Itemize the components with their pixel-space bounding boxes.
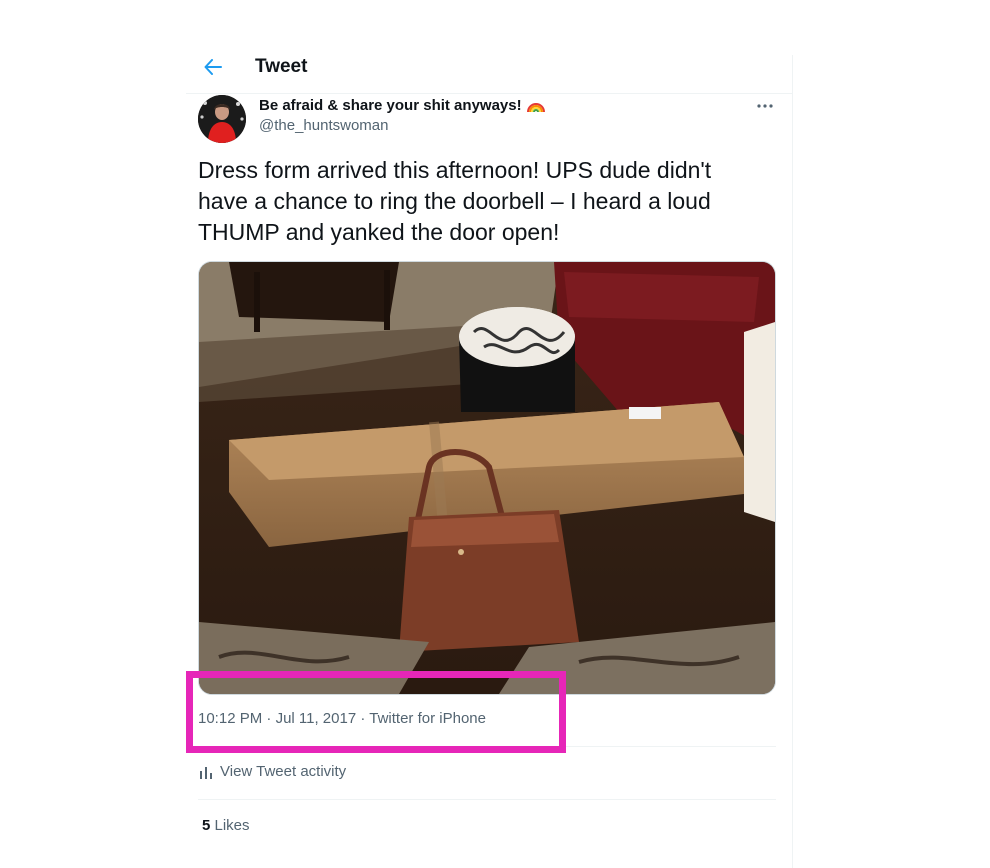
header: Tweet (186, 55, 792, 94)
likes-label: Likes (210, 817, 250, 834)
likes-count[interactable]: 5 Likes (202, 817, 250, 834)
arrow-left-icon (204, 59, 222, 75)
author-display-name[interactable]: Be afraid & share your shit anyways! (259, 97, 546, 114)
page: Tweet Be afraid & share your shit anyway… (0, 0, 990, 868)
back-button[interactable] (200, 55, 226, 79)
divider (198, 799, 776, 800)
view-tweet-activity-link[interactable]: View Tweet activity (200, 763, 346, 780)
page-title: Tweet (255, 56, 308, 77)
more-button[interactable] (752, 97, 778, 115)
avatar[interactable] (198, 95, 246, 143)
bar-chart-icon (200, 766, 212, 779)
tweet-photo[interactable] (198, 261, 776, 695)
rainbow-icon (526, 102, 545, 112)
display-name-text: Be afraid & share your shit anyways! (259, 97, 522, 114)
author-handle[interactable]: @the_huntswoman (259, 117, 388, 134)
tweet-text: Dress form arrived this afternoon! UPS d… (198, 157, 712, 245)
more-horizontal-icon (757, 104, 773, 108)
highlight-annotation-box (186, 671, 566, 753)
activity-label: View Tweet activity (220, 763, 347, 780)
